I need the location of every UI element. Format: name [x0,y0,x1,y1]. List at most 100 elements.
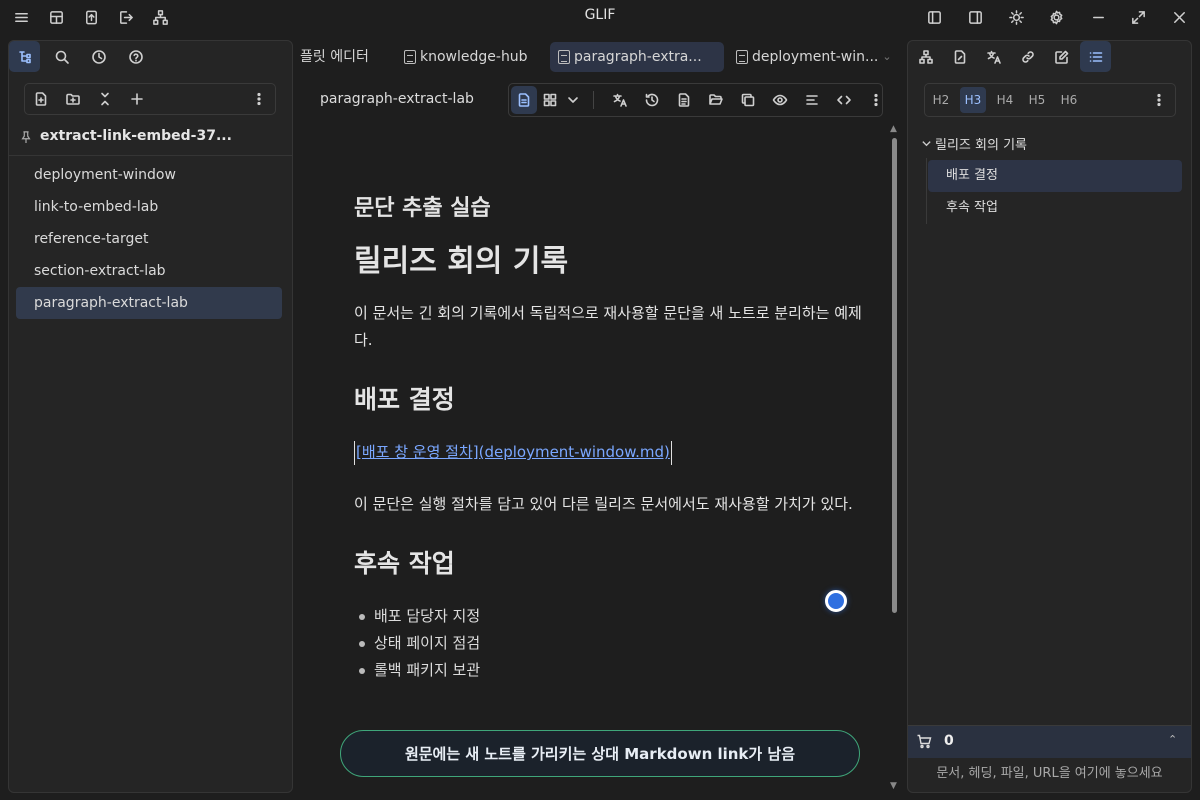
file-item-link-to-embed-lab[interactable]: link-to-embed-lab [16,191,282,223]
close-icon[interactable] [1166,4,1192,30]
import-icon[interactable] [78,4,104,30]
outline-item-deploy[interactable]: 배포 결정 [928,160,1182,192]
doc-intro-paragraph: 이 문서는 긴 회의 기록에서 독립적으로 재사용할 문단을 새 노트로 분리하… [354,304,862,349]
tab-deployment-window[interactable]: deployment-win... ⌄ [728,42,900,72]
cart-icon [916,733,932,753]
heading-level-h2[interactable]: H2 [928,87,954,113]
bullet-dot [359,667,365,674]
code-icon[interactable] [828,86,860,114]
chevron-down-icon [922,141,931,147]
preview-eye-icon[interactable] [764,86,796,114]
chevron-down-icon[interactable] [563,86,583,114]
file-item-reference-target[interactable]: reference-target [16,223,282,255]
outline-item-followup[interactable]: 후속 작업 [928,192,1182,224]
tab-paragraph-extract[interactable]: paragraph-extra... [550,42,724,72]
tab-knowledge-hub[interactable]: knowledge-hub [396,42,536,72]
tab-label: paragraph-extra... [574,49,702,65]
editor-toolbar-buttons [511,86,892,114]
help-icon[interactable] [120,41,151,72]
graph-icon[interactable] [147,4,173,30]
bullet-dot [359,613,365,620]
history-icon[interactable] [636,86,668,114]
tab-label: deployment-win... [752,49,879,65]
divider [9,155,292,156]
document-view-icon[interactable] [511,86,537,114]
doc-bullet-list: 배포 담당자 지정 상태 페이지 점검 롤백 패키지 보관 [359,603,480,684]
bullet-dot [359,640,365,647]
layout-icon[interactable] [43,4,69,30]
heading-level-h5[interactable]: H5 [1024,87,1050,113]
new-file-icon[interactable] [27,85,55,113]
minimize-icon[interactable] [1085,4,1111,30]
align-text-icon[interactable] [796,86,828,114]
heading-level-h4[interactable]: H4 [992,87,1018,113]
settings-gear-icon[interactable] [1043,4,1069,30]
outline-list-icon[interactable] [1080,41,1111,72]
more-vertical-icon[interactable] [1145,86,1173,114]
theme-sun-icon[interactable] [1003,4,1029,30]
tab-bar: 플릿 에디터 knowledge-hub paragraph-extra... … [298,40,902,74]
add-icon[interactable] [123,85,151,113]
right-sidebar-tabs [910,41,1111,72]
doc-h1: 릴리즈 회의 기록 [354,244,569,279]
export-icon[interactable] [112,4,138,30]
left-sidebar-toggle-icon[interactable] [921,4,947,30]
note-title: paragraph-extract-lab [320,91,474,107]
outline-root[interactable]: 릴리즈 회의 기록 [921,134,1027,153]
heading-level-h6[interactable]: H6 [1056,87,1082,113]
left-sidebar [8,40,293,793]
doc-link-block: [배포 창 운영 절차](deployment-window.md) [354,441,672,465]
title-bar: GLIF [0,0,1200,34]
divider [593,91,594,109]
heading-level-h3[interactable]: H3 [960,87,986,113]
drop-zone[interactable]: 문서, 헤딩, 파일, URL을 여기에 놓으세요 [908,759,1191,792]
tab-fleet-editor[interactable]: 플릿 에디터 [298,42,377,72]
search-icon[interactable] [46,41,77,72]
doc-section-deploy: 배포 결정 [354,385,455,414]
copy-icon[interactable] [732,86,764,114]
tab-label: 플릿 에디터 [300,49,369,65]
vault-name[interactable]: extract-link-embed-37... [40,128,232,144]
doc-paragraph-2: 이 문단은 실행 절차를 담고 있어 다른 릴리즈 문서에서도 재사용할 가치가… [354,495,853,513]
file-tree-icon[interactable] [9,41,40,72]
outline-guide-line [926,158,927,224]
file-link-icon[interactable] [944,41,975,72]
chevron-up-icon[interactable]: ⌃ [1168,733,1177,746]
translate-icon[interactable] [604,86,636,114]
scroll-down-icon[interactable]: ▼ [890,781,897,791]
edit-icon[interactable] [1046,41,1077,72]
doc-section-followup: 후속 작업 [354,549,455,578]
list-item-text: 롤백 패키지 보관 [374,661,481,679]
doc-subtitle: 문단 추출 실습 [354,196,491,221]
more-vertical-icon[interactable] [860,86,892,114]
right-sidebar-toggle-icon[interactable] [962,4,988,30]
file-item-section-extract-lab[interactable]: section-extract-lab [16,255,282,287]
file-item-paragraph-extract-lab[interactable]: paragraph-extract-lab [16,287,282,319]
tab-label: knowledge-hub [420,49,528,65]
chevron-down-icon[interactable]: ⌄ [882,42,891,72]
more-vertical-icon[interactable] [245,85,273,113]
folder-open-icon[interactable] [700,86,732,114]
translate-icon[interactable] [978,41,1009,72]
page-icon[interactable] [668,86,700,114]
markdown-link[interactable]: [배포 창 운영 절차](deployment-window.md) [356,443,670,461]
list-item-text: 배포 담당자 지정 [374,607,481,625]
new-folder-icon[interactable] [59,85,87,113]
collapse-all-icon[interactable] [91,85,119,113]
basket-count: 0 [944,733,954,749]
file-icon [736,50,748,64]
history-clock-icon[interactable] [83,41,114,72]
file-item-deployment-window[interactable]: deployment-window [16,159,282,191]
grid-view-icon[interactable] [537,86,563,114]
link-icon[interactable] [1012,41,1043,72]
file-icon [404,50,416,64]
status-toast: 원문에는 새 노트를 가리키는 상대 Markdown link가 남음 [340,730,860,777]
heading-levels: H2 H3 H4 H5 H6 [928,87,1082,113]
maximize-icon[interactable] [1125,4,1151,30]
graph-icon[interactable] [910,41,941,72]
scrollbar-thumb[interactable] [892,138,897,613]
scroll-up-icon[interactable]: ▲ [890,124,897,134]
pointer-indicator [825,590,847,612]
pin-icon [20,128,34,148]
menu-icon[interactable] [8,4,34,30]
